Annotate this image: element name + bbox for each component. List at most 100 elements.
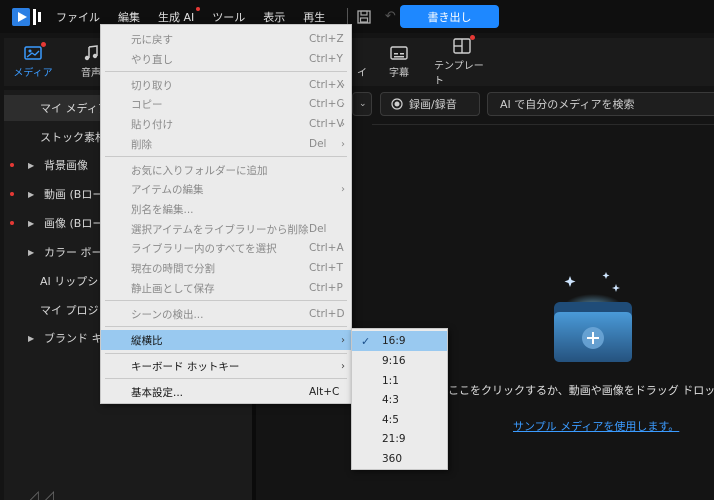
menu-item-shortcut: Ctrl+C <box>309 98 344 110</box>
menu-item-label: アイテムの編集 <box>131 183 204 196</box>
menu-item-label: 縦横比 <box>131 334 163 347</box>
chevron-down-icon: ⌄ <box>359 99 367 109</box>
aspect-option-21-9[interactable]: 21:9 <box>352 429 447 449</box>
subtitle-icon <box>390 45 408 61</box>
aspect-option-16-9[interactable]: ✓ 16:9 <box>352 331 447 351</box>
aspect-option-label: 4:5 <box>382 414 399 426</box>
menu-item-shortcut: Alt+C <box>309 386 340 398</box>
filter-dropdown[interactable]: ⌄ <box>352 92 372 116</box>
menu-item-shortcut: Ctrl+D <box>309 308 345 320</box>
tab-subtitles-label: 字幕 <box>389 68 409 79</box>
app-logo-icon <box>12 6 42 28</box>
record-button[interactable]: 録画/録音 <box>380 92 480 116</box>
menu-item-label: お気に入りフォルダーに追加 <box>131 164 268 177</box>
tab-icon <box>357 45 367 61</box>
menu-item-save-still[interactable]: 静止画として保存 Ctrl+P <box>101 278 351 298</box>
menu-item-label: 基本設定... <box>131 386 184 399</box>
sample-media-link[interactable]: サンプル メディアを使用します。 <box>513 418 679 434</box>
undo-icon[interactable]: ↶ <box>382 9 398 25</box>
menu-item-keyboard-hotkeys[interactable]: キーボード ホットキー › <box>101 356 351 376</box>
aspect-option-1-1[interactable]: 1:1 <box>352 371 447 391</box>
checkmark-icon: ✓ <box>361 334 371 348</box>
menu-item-scene-detect[interactable]: シーンの検出... Ctrl+D <box>101 304 351 324</box>
menu-item-label: 貼り付け <box>131 118 173 131</box>
submenu-arrow-icon: › <box>341 118 345 130</box>
menu-item-redo[interactable]: やり直し Ctrl+Y <box>101 49 351 69</box>
menu-item-rename[interactable]: 別名を編集... <box>101 199 351 219</box>
menu-item-label: 選択アイテムをライブラリーから削除 <box>131 223 309 236</box>
export-button[interactable]: 書き出し <box>400 5 499 28</box>
aspect-option-4-3[interactable]: 4:3 <box>352 390 447 410</box>
menu-item-shortcut: Ctrl+A <box>309 242 344 254</box>
menu-item-shortcut: Ctrl+Z <box>309 33 344 45</box>
expand-caret-icon[interactable]: ▶ <box>28 161 38 170</box>
menu-item-label: 静止画として保存 <box>131 282 215 295</box>
menu-item-shortcut: Del <box>309 223 327 235</box>
aspect-option-9-16[interactable]: 9:16 <box>352 351 447 371</box>
menu-item-delete[interactable]: 削除 Del › <box>101 134 351 154</box>
menu-item-remove-from-library[interactable]: 選択アイテムをライブラリーから削除 Del <box>101 219 351 239</box>
template-icon <box>453 34 475 54</box>
submenu-arrow-icon: › <box>341 183 345 195</box>
submenu-arrow-icon: › <box>341 360 345 372</box>
bottom-tool-icons[interactable]: ◿ ◿ <box>28 488 54 500</box>
aspect-option-label: 9:16 <box>382 355 406 367</box>
menu-item-label: 別名を編集... <box>131 203 194 216</box>
tab-audio-label: 音声 <box>81 68 101 79</box>
menu-item-cut[interactable]: 切り取り Ctrl+X › <box>101 75 351 95</box>
folder-upload-icon[interactable] <box>548 272 638 364</box>
submenu-arrow-icon: › <box>341 98 345 110</box>
notification-dot-icon <box>10 221 14 225</box>
menu-tools[interactable]: ツール <box>212 9 245 25</box>
record-button-label: 録画/録音 <box>409 98 457 111</box>
aspect-option-360[interactable]: 360 <box>352 449 447 469</box>
notification-dot-icon <box>470 34 475 40</box>
menu-separator <box>105 353 347 354</box>
menu-item-shortcut: Ctrl+Y <box>309 53 343 65</box>
tab-templates-label: テンプレート <box>434 60 484 87</box>
sidebar-item-label: マイ メディア <box>40 102 109 115</box>
aspect-option-label: 1:1 <box>382 375 399 387</box>
expand-caret-icon[interactable]: ▶ <box>28 248 38 257</box>
expand-caret-icon[interactable]: ▶ <box>28 190 38 199</box>
music-note-icon <box>82 45 100 61</box>
toolbar-divider <box>372 124 714 125</box>
submenu-arrow-icon: › <box>341 79 345 91</box>
menu-item-shortcut: Ctrl+T <box>309 262 343 274</box>
menu-item-split[interactable]: 現在の時間で分割 Ctrl+T <box>101 258 351 278</box>
menu-separator <box>105 71 347 72</box>
menu-item-aspect-ratio[interactable]: 縦横比 › <box>101 330 351 350</box>
submenu-arrow-icon: › <box>341 334 345 346</box>
tab-partial[interactable]: イ <box>352 38 372 86</box>
expand-caret-icon[interactable]: ▶ <box>28 334 38 343</box>
menu-separator <box>105 300 347 301</box>
aspect-ratio-submenu: ✓ 16:9 9:16 1:1 4:3 4:5 21:9 360 <box>351 328 448 470</box>
aspect-option-4-5[interactable]: 4:5 <box>352 410 447 430</box>
menu-edit[interactable]: 編集 <box>118 9 140 25</box>
menu-item-add-favorite[interactable]: お気に入りフォルダーに追加 <box>101 160 351 180</box>
save-icon[interactable] <box>356 9 372 25</box>
menu-item-edit-item[interactable]: アイテムの編集 › <box>101 179 351 199</box>
aspect-option-label: 16:9 <box>382 335 406 347</box>
app-root: ファイル 編集 生成 AI ツール 表示 再生 ↶ ↷ 書き出し メディア 音声 <box>0 0 714 500</box>
menu-item-label: 元に戻す <box>131 33 173 46</box>
search-input[interactable]: AI で自分のメディアを検索 <box>487 92 714 116</box>
menu-item-undo[interactable]: 元に戻す Ctrl+Z <box>101 29 351 49</box>
menu-play[interactable]: 再生 <box>303 9 325 25</box>
menu-item-paste[interactable]: 貼り付け Ctrl+V › <box>101 114 351 134</box>
tab-subtitles[interactable]: 字幕 <box>384 38 414 86</box>
notification-dot-icon <box>10 163 14 167</box>
tab-templates[interactable]: テンプレート <box>434 34 490 87</box>
menu-item-select-all[interactable]: ライブラリー内のすべてを選択 Ctrl+A <box>101 238 351 258</box>
menu-file[interactable]: ファイル <box>56 9 100 25</box>
expand-caret-icon[interactable]: ▶ <box>28 219 38 228</box>
menu-item-shortcut: Ctrl+P <box>309 282 343 294</box>
menu-view[interactable]: 表示 <box>263 9 285 25</box>
menu-item-preferences[interactable]: 基本設定... Alt+C <box>101 382 351 402</box>
media-icon <box>24 42 46 61</box>
tab-media[interactable]: メディア <box>12 38 54 86</box>
menu-generate-ai[interactable]: 生成 AI <box>158 6 201 25</box>
menu-item-label: シーンの検出... <box>131 308 204 321</box>
menu-item-copy[interactable]: コピー Ctrl+C › <box>101 94 351 114</box>
menu-item-shortcut: Del <box>309 138 327 150</box>
